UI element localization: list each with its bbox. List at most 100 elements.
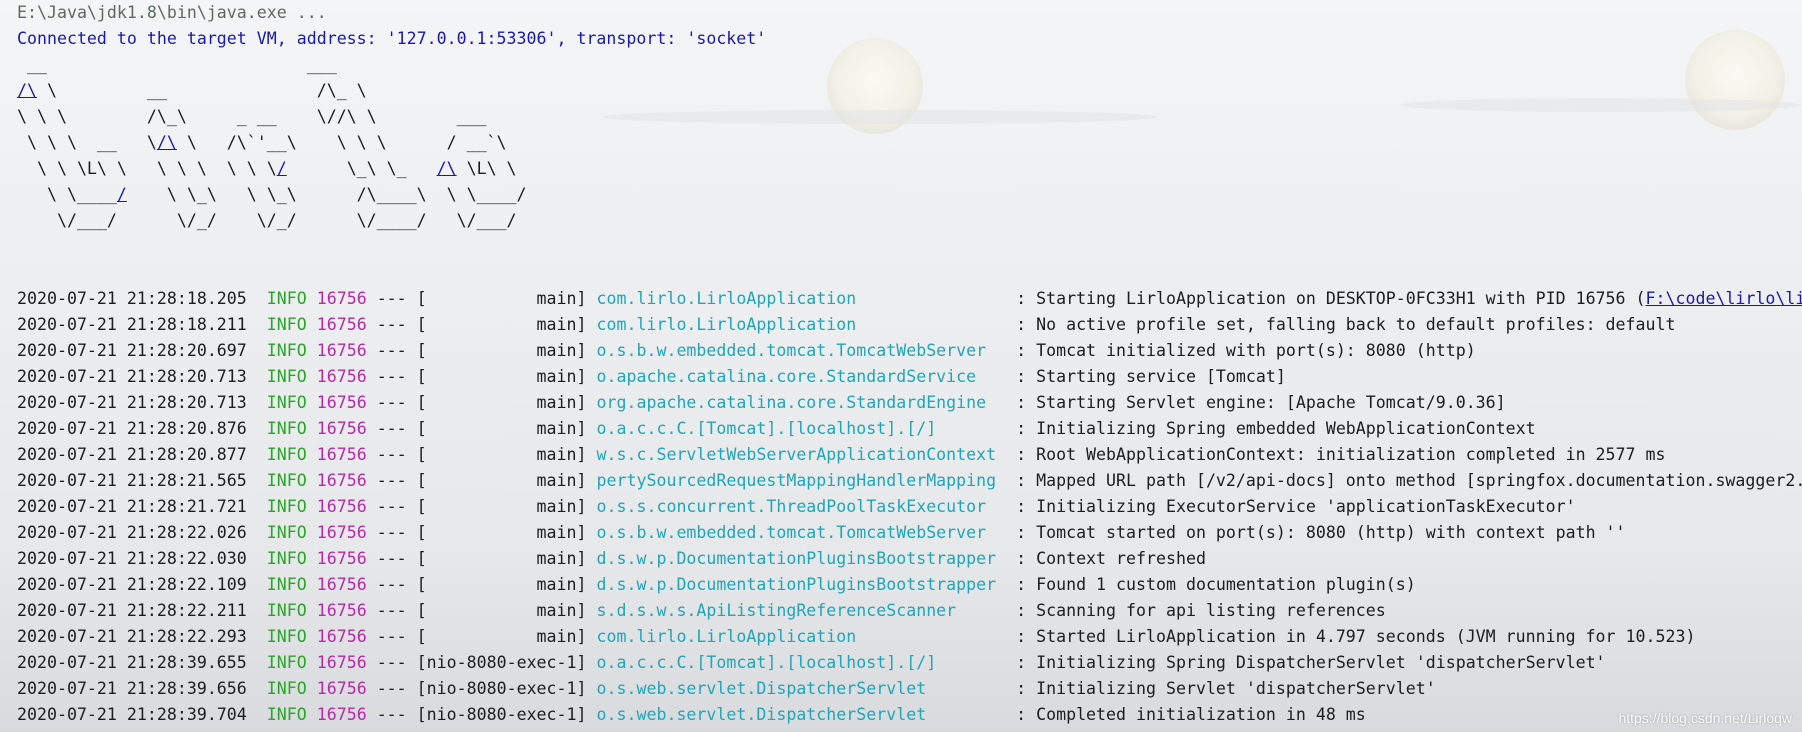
log-thread: [nio-8080-exec-1] — [416, 653, 587, 672]
log-separator: --- — [376, 341, 407, 360]
log-logger[interactable]: d.s.w.p.DocumentationPluginsBootstrapper — [597, 549, 1007, 568]
log-message: : Tomcat started on port(s): 8080 (http)… — [1016, 523, 1626, 542]
log-pid: 16756 — [316, 523, 367, 542]
log-pid: 16756 — [316, 289, 367, 308]
log-row: 2020-07-21 21:28:39.704 INFO 16756 --- [… — [17, 702, 1802, 728]
log-separator: --- — [376, 575, 407, 594]
banner-text: \ \ \ __ \ — [17, 133, 157, 152]
log-message: : No active profile set, falling back to… — [1016, 315, 1676, 334]
log-level: INFO — [266, 549, 307, 568]
log-thread: [ main] — [416, 627, 587, 646]
log-thread: [ main] — [416, 601, 587, 620]
log-message: : Initializing Spring embedded WebApplic… — [1016, 419, 1536, 438]
log-separator: --- — [376, 289, 407, 308]
log-pid: 16756 — [316, 341, 367, 360]
log-message: : Initializing Spring DispatcherServlet … — [1016, 653, 1606, 672]
log-pid: 16756 — [316, 627, 367, 646]
log-level: INFO — [266, 315, 307, 334]
log-timestamp: 2020-07-21 21:28:22.293 — [17, 627, 247, 646]
log-pid: 16756 — [316, 653, 367, 672]
log-level: INFO — [266, 471, 307, 490]
banner-text: \ /\`'__\ \ \ \ / __`\ — [176, 133, 507, 152]
log-separator: --- — [376, 315, 407, 334]
log-logger[interactable]: o.s.web.servlet.DispatcherServlet — [597, 705, 1007, 724]
log-timestamp: 2020-07-21 21:28:21.721 — [17, 497, 247, 516]
log-logger[interactable]: com.lirlo.LirloApplication — [597, 627, 1007, 646]
log-thread: [ main] — [416, 549, 587, 568]
log-separator: --- — [376, 523, 407, 542]
log-timestamp: 2020-07-21 21:28:39.655 — [17, 653, 247, 672]
log-message: : Root WebApplicationContext: initializa… — [1016, 445, 1666, 464]
log-level: INFO — [266, 341, 307, 360]
log-timestamp: 2020-07-21 21:28:20.697 — [17, 341, 247, 360]
log-separator: --- — [376, 679, 407, 698]
log-separator: --- — [376, 549, 407, 568]
log-timestamp: 2020-07-21 21:28:20.876 — [17, 419, 247, 438]
log-logger[interactable]: o.a.c.c.C.[Tomcat].[localhost].[/] — [597, 419, 1007, 438]
run-console-output[interactable]: E:\Java\jdk1.8\bin\java.exe ... Connecte… — [17, 0, 1802, 732]
banner-text: __ ___ — [17, 55, 337, 74]
log-separator: --- — [376, 419, 407, 438]
banner-link-glyph[interactable]: / — [117, 185, 127, 204]
log-thread: [ main] — [416, 471, 587, 490]
log-logger[interactable]: com.lirlo.LirloApplication — [597, 289, 1007, 308]
log-thread: [nio-8080-exec-1] — [416, 705, 587, 724]
banner-text: \ \_\ \ \_\ /\____\ \ \____/ — [126, 185, 527, 204]
banner-line: \ \____/ \ \_\ \ \_\ /\____\ \ \____/ — [17, 182, 1802, 208]
log-logger[interactable]: pertySourcedRequestMappingHandlerMapping — [597, 471, 1007, 490]
banner-line: \ \ \ __ \/\ \ /\`'__\ \ \ \ / __`\ — [17, 130, 1802, 156]
log-thread: [ main] — [416, 445, 587, 464]
log-row: 2020-07-21 21:28:22.026 INFO 16756 --- [… — [17, 520, 1802, 546]
log-level: INFO — [266, 393, 307, 412]
log-level: INFO — [266, 523, 307, 542]
log-separator: --- — [376, 627, 407, 646]
log-timestamp: 2020-07-21 21:28:22.026 — [17, 523, 247, 542]
log-row: 2020-07-21 21:28:22.109 INFO 16756 --- [… — [17, 572, 1802, 598]
log-timestamp: 2020-07-21 21:28:20.877 — [17, 445, 247, 464]
log-logger[interactable]: s.d.s.w.s.ApiListingReferenceScanner — [597, 601, 1007, 620]
log-list: 2020-07-21 21:28:18.205 INFO 16756 --- [… — [17, 286, 1802, 728]
banner-text: \/___/ \/_/ \/_/ \/____/ \/___/ — [17, 211, 517, 230]
log-message: : Mapped URL path [/v2/api-docs] onto me… — [1016, 471, 1802, 490]
log-level: INFO — [266, 497, 307, 516]
log-timestamp: 2020-07-21 21:28:20.713 — [17, 393, 247, 412]
log-pid: 16756 — [316, 471, 367, 490]
log-message: : Context refreshed — [1016, 549, 1206, 568]
log-row: 2020-07-21 21:28:20.876 INFO 16756 --- [… — [17, 416, 1802, 442]
log-thread: [ main] — [416, 367, 587, 386]
log-logger[interactable]: o.s.b.w.embedded.tomcat.TomcatWebServer — [597, 523, 1007, 542]
log-logger[interactable]: d.s.w.p.DocumentationPluginsBootstrapper — [597, 575, 1007, 594]
log-timestamp: 2020-07-21 21:28:22.030 — [17, 549, 247, 568]
watermark: https://blog.csdn.net/Lirloqw — [1618, 710, 1792, 726]
log-logger[interactable]: o.s.s.concurrent.ThreadPoolTaskExecutor — [597, 497, 1007, 516]
log-logger[interactable]: org.apache.catalina.core.StandardEngine — [597, 393, 1007, 412]
banner-text: \ \ \ /\_\ _ __ \//\ \ ___ — [17, 107, 487, 126]
log-separator: --- — [376, 705, 407, 724]
log-row: 2020-07-21 21:28:18.211 INFO 16756 --- [… — [17, 312, 1802, 338]
log-file-link[interactable]: F:\code\lirlo\lirlo — [1646, 289, 1802, 308]
banner-link-glyph[interactable]: /\ — [437, 159, 457, 178]
log-logger[interactable]: o.a.c.c.C.[Tomcat].[localhost].[/] — [597, 653, 1007, 672]
log-pid: 16756 — [316, 367, 367, 386]
log-pid: 16756 — [316, 393, 367, 412]
banner-link-glyph[interactable]: /\ — [17, 81, 37, 100]
log-timestamp: 2020-07-21 21:28:39.704 — [17, 705, 247, 724]
log-message: : Tomcat initialized with port(s): 8080 … — [1016, 341, 1476, 360]
log-thread: [nio-8080-exec-1] — [416, 679, 587, 698]
log-separator: --- — [376, 471, 407, 490]
log-separator: --- — [376, 393, 407, 412]
log-separator: --- — [376, 367, 407, 386]
log-logger[interactable]: o.apache.catalina.core.StandardService — [597, 367, 1007, 386]
banner-link-glyph[interactable]: / — [277, 159, 287, 178]
log-message: : Initializing ExecutorService 'applicat… — [1016, 497, 1576, 516]
log-level: INFO — [266, 705, 307, 724]
log-logger[interactable]: w.s.c.ServletWebServerApplicationContext — [597, 445, 1007, 464]
log-level: INFO — [266, 367, 307, 386]
log-logger[interactable]: o.s.web.servlet.DispatcherServlet — [597, 679, 1007, 698]
log-message: : Starting LirloApplication on DESKTOP-0… — [1016, 289, 1646, 308]
banner-link-glyph[interactable]: /\ — [157, 133, 177, 152]
log-logger[interactable]: com.lirlo.LirloApplication — [597, 315, 1007, 334]
log-logger[interactable]: o.s.b.w.embedded.tomcat.TomcatWebServer — [597, 341, 1007, 360]
log-level: INFO — [266, 445, 307, 464]
log-row: 2020-07-21 21:28:22.293 INFO 16756 --- [… — [17, 624, 1802, 650]
